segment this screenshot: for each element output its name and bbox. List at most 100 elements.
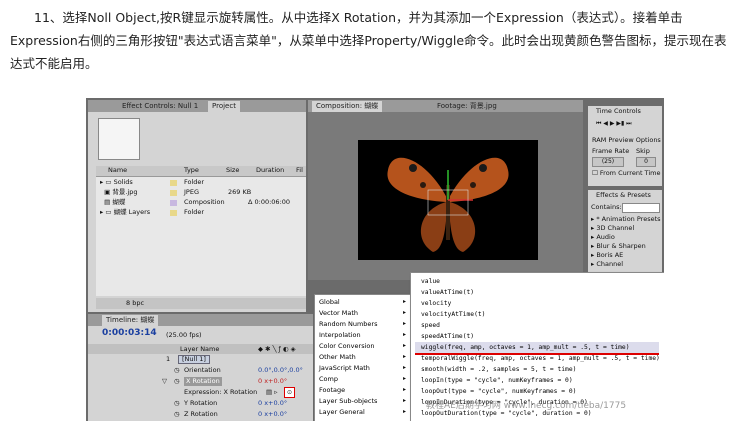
chevron-right-icon: ▸ [403,353,407,360]
chevron-right-icon: ▸ [403,320,407,327]
menu-item-speed-at-time[interactable]: speedAtTime(t) [421,333,474,340]
property-row[interactable]: ◷ Z Rotation 0 x+0.0° [88,410,313,419]
tab-effect-controls[interactable]: Effect Controls: Null 1 [118,101,202,112]
layer-name-header[interactable]: Layer Name [180,345,219,354]
list-item[interactable]: ▸ Boris AE [591,251,623,260]
graph-icon[interactable]: ▤ ▹ [266,388,277,397]
col-duration[interactable]: Duration [256,166,284,175]
menu-item-value[interactable]: value [421,278,440,285]
layer-number: 1 [166,355,171,363]
time-controls-title: Time Controls [596,107,641,115]
bpc-label[interactable]: 8 bpc [126,299,144,308]
thumbnail [98,118,140,160]
list-item[interactable]: ▸ Channel [591,260,623,269]
project-footer: 8 bpc [96,298,306,309]
chevron-right-icon: ▸ [403,408,407,415]
menu-item-velocity-at-time[interactable]: velocityAtTime(t) [421,311,485,318]
instruction-paragraph: 11、选择Noll Object,按R键显示旋转属性。从中选择X Rotatio… [10,10,727,71]
menu-item-temporal-wiggle[interactable]: temporalWiggle(freq, amp, octaves = 1, a… [421,355,660,362]
menu-item-other-math[interactable]: Other Math [319,353,356,361]
menu-item-speed[interactable]: speed [421,322,440,329]
chevron-right-icon: ▸ [403,397,407,404]
property-row[interactable]: ◷ Orientation 0.0°,0.0°,0.0° [88,366,313,375]
tab-composition[interactable]: Composition: 蝴蝶 [312,101,383,112]
menu-item-layer-general[interactable]: Layer General [319,408,365,416]
chevron-right-icon: ▸ [403,386,407,393]
ae-screenshot: Effect Controls: Null 1 Project Name Typ… [86,98,664,421]
menu-item-loop-in[interactable]: loopIn(type = "cycle", numKeyframes = 0) [421,377,573,384]
col-size[interactable]: Size [226,166,239,175]
chevron-right-icon: ▸ [403,298,407,305]
stopwatch-icon: ◷ [174,399,180,407]
folder-icon: ▸ ▭ [100,178,112,186]
frame-rate-select[interactable]: (25) [592,157,624,167]
menu-item-comp[interactable]: Comp [319,375,338,383]
list-item[interactable]: ▸ * Animation Presets [591,215,661,224]
property-row[interactable]: ▽ ◷ X Rotation 0 x+0.0° [88,377,313,386]
skip-select[interactable]: 0 [636,157,656,167]
chevron-right-icon: ▸ [403,342,407,349]
menu-item-velocity[interactable]: velocity [421,300,451,307]
menu-item-loop-out-duration[interactable]: loopOutDuration(type = "cycle", duration… [421,410,592,417]
project-list: Name Type Size Duration Fil ▸ ▭ Solids F… [96,166,306,296]
switches-icons: ◆ ✱ ╲ ƒ ◐ ◈ [258,345,296,353]
layer-row[interactable]: 1 [Null 1] [88,355,313,364]
tab-project[interactable]: Project [208,101,240,112]
comp-viewer[interactable] [358,140,538,260]
menu-item-wiggle[interactable]: wiggle(freq, amp, octaves = 1, amp_mult … [421,344,630,351]
time-controls-panel: Time Controls ⏮ ◀ ▶ ▶▮ ⏭ RAM Preview Opt… [588,106,662,186]
col-name[interactable]: Name [108,166,127,175]
contains-label: Contains: [591,203,622,211]
from-current-checkbox[interactable]: ☐ From Current Time [592,169,660,178]
tab-footage[interactable]: Footage: 背景.jpg [433,101,501,112]
list-item[interactable]: ▸ ▭ 蝴蝶 Layers Folder [100,208,306,217]
list-item[interactable]: ▸ Audio [591,233,615,242]
column-header: Name Type Size Duration Fil [96,166,306,177]
list-item[interactable]: ▸ ▭ Solids Folder [100,178,306,187]
composition-icon: ▤ [100,198,111,206]
property-row[interactable]: Expression: X Rotation ▤ ▹ ⊙ [88,387,313,398]
stopwatch-icon: ◷ [174,366,180,374]
list-item[interactable]: ▸ 3D Channel [591,224,634,233]
effects-presets-panel: Effects & Presets Contains: ▸ * Animatio… [588,190,662,280]
label-swatch [170,180,177,186]
menu-item-smooth[interactable]: smooth(width = .2, samples = 5, t = time… [421,366,576,373]
stopwatch-icon: ◷ [174,377,180,385]
list-item[interactable]: ▣ 背景.jpg JPEG 269 KB [100,188,306,197]
list-item[interactable]: ▤ 蝴蝶 Composition Δ 0:00:06:00 [100,198,306,207]
skip-label: Skip [636,147,650,155]
ram-preview-label[interactable]: RAM Preview Options [592,136,661,145]
stopwatch-icon: ◷ [174,410,180,418]
label-swatch [170,210,177,216]
menu-item-global[interactable]: Global [319,298,340,306]
menu-item-footage[interactable]: Footage [319,386,345,394]
menu-item-loop-out[interactable]: loopOut(type = "cycle", numKeyframes = 0… [421,388,576,395]
composition-panel: Composition: 蝴蝶 Footage: 背景.jpg [308,100,583,280]
menu-item-vector-math[interactable]: Vector Math [319,309,358,317]
chevron-right-icon: ▸ [403,331,407,338]
butterfly-image [387,157,509,252]
contains-input[interactable] [622,203,660,213]
menu-item-value-at-time[interactable]: valueAtTime(t) [421,289,474,296]
timeline-header: Layer Name ◆ ✱ ╲ ƒ ◐ ◈ [88,344,313,354]
menu-item-interpolation[interactable]: Interpolation [319,331,361,339]
expression-category-menu: Global Vector Math Random Numbers Interp… [314,294,412,421]
list-item[interactable]: ▸ Blur & Sharpen [591,242,646,251]
playback-buttons[interactable]: ⏮ ◀ ▶ ▶▮ ⏭ [596,119,632,128]
col-file[interactable]: Fil [296,166,303,175]
folder-icon: ▸ ▭ [100,208,112,216]
property-row[interactable]: ◷ Y Rotation 0 x+0.0° [88,399,313,408]
chevron-right-icon: ▸ [403,309,407,316]
effects-title: Effects & Presets [596,191,651,199]
fps-label: (25.00 fps) [166,331,202,339]
tab-timeline[interactable]: Timeline: 蝴蝶 [102,315,159,326]
menu-item-color-conversion[interactable]: Color Conversion [319,342,374,350]
col-type[interactable]: Type [184,166,199,175]
menu-item-layer-sub-objects[interactable]: Layer Sub-objects [319,397,377,405]
timecode[interactable]: 0:00:03:14 [102,328,157,338]
label-swatch [170,190,177,196]
menu-item-random-numbers[interactable]: Random Numbers [319,320,377,328]
chevron-right-icon: ▸ [403,364,407,371]
expression-menu-button[interactable]: ⊙ [284,387,295,398]
menu-item-javascript-math[interactable]: JavaScript Math [319,364,370,372]
